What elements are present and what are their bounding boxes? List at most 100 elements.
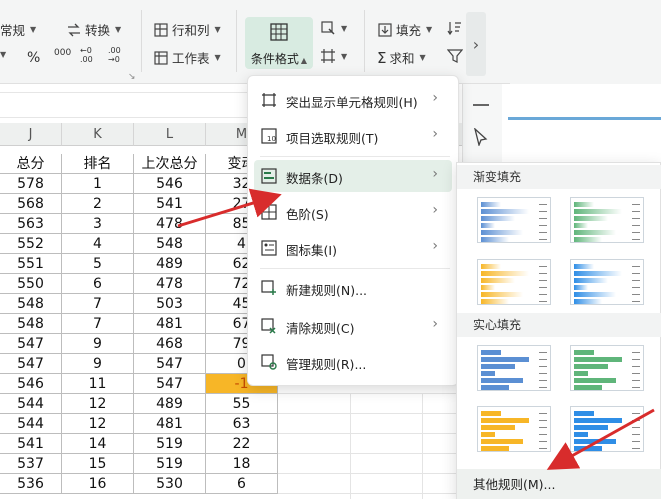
table-cell[interactable]: 468	[134, 334, 206, 354]
menu-item-clear-rules[interactable]: 清除规则(C) ›	[254, 310, 452, 342]
table-cell[interactable]: 11	[62, 374, 134, 394]
cursor-icon[interactable]	[473, 128, 489, 146]
fill-button[interactable]: 填充 ▼	[377, 20, 432, 39]
thumb-bar	[481, 264, 501, 269]
table-cell[interactable]: 481	[134, 314, 206, 334]
table-header-cell[interactable]: 排名	[62, 154, 134, 174]
table-cell[interactable]: 481	[134, 414, 206, 434]
table-cell[interactable]: 12	[62, 394, 134, 414]
table-cell[interactable]: 7	[62, 294, 134, 314]
menu-item-icon-sets[interactable]: 图标集(I) ›	[254, 232, 452, 264]
table-cell[interactable]: 541	[0, 434, 62, 454]
solid-lightblue-data-bar[interactable]	[570, 406, 644, 452]
table-cell[interactable]: 63	[206, 414, 278, 434]
table-cell[interactable]: 12	[62, 414, 134, 434]
dialog-launcher-icon[interactable]: ↘	[128, 72, 136, 82]
table-cell[interactable]: 550	[0, 274, 62, 294]
solid-green-data-bar[interactable]	[570, 345, 644, 391]
table-cell[interactable]: 546	[0, 374, 62, 394]
increase-decimal-button[interactable]: ←0 .00	[80, 46, 98, 64]
table-cell[interactable]: 541	[134, 194, 206, 214]
formula-bar[interactable]	[0, 92, 250, 118]
other-rules-item[interactable]: 其他规则(M)...	[457, 469, 661, 499]
table-cell[interactable]: 3	[62, 214, 134, 234]
table-cell[interactable]: 2	[62, 194, 134, 214]
table-cell[interactable]: 16	[62, 474, 134, 494]
menu-item-new-rule[interactable]: 新建规则(N)...	[254, 272, 452, 304]
thousands-button[interactable]: 000	[54, 48, 71, 58]
table-cell[interactable]: 478	[134, 214, 206, 234]
table-header-cell[interactable]: 总分	[0, 154, 62, 174]
menu-item-manage-rules[interactable]: 管理规则(R)...	[254, 346, 452, 378]
gradient-blue-data-bar[interactable]	[477, 197, 551, 243]
table-cell[interactable]: 537	[0, 454, 62, 474]
decrease-decimal-button[interactable]: .00 →0	[108, 46, 126, 64]
cell-style-button[interactable]: ▼	[320, 20, 347, 36]
table-cell[interactable]: 55	[206, 394, 278, 414]
minimize-icon[interactable]	[473, 104, 489, 106]
thumb-tick	[539, 225, 547, 226]
percent-button[interactable]: %	[27, 50, 40, 66]
table-cell[interactable]: 22	[206, 434, 278, 454]
table-cell[interactable]: 544	[0, 414, 62, 434]
table-cell[interactable]: 544	[0, 394, 62, 414]
table-cell[interactable]: 6	[62, 274, 134, 294]
table-cell[interactable]: 551	[0, 254, 62, 274]
table-cell[interactable]: 568	[0, 194, 62, 214]
convert-button[interactable]: 转换 ▼	[66, 20, 121, 39]
filter-button[interactable]	[446, 48, 464, 64]
table-cell[interactable]: 536	[0, 474, 62, 494]
table-cell[interactable]: 6	[206, 474, 278, 494]
table-cell[interactable]: 478	[134, 274, 206, 294]
sum-button[interactable]: Σ 求和 ▼	[377, 48, 426, 67]
gradient-green-data-bar[interactable]	[570, 197, 644, 243]
currency-format-button[interactable]: ▼	[0, 50, 6, 59]
table-cell[interactable]: 548	[134, 234, 206, 254]
number-format-select[interactable]: 常规 ▼	[0, 20, 36, 39]
table-cell[interactable]: 5	[62, 254, 134, 274]
column-header-j[interactable]: J	[0, 123, 62, 146]
menu-item-data-bars[interactable]: 数据条(D) ›	[254, 160, 452, 192]
ribbon-scroll-right-button[interactable]: ›	[466, 12, 486, 76]
table-cell[interactable]: 4	[62, 234, 134, 254]
table-cell[interactable]: 548	[0, 294, 62, 314]
menu-item-color-scales[interactable]: 色阶(S) ›	[254, 196, 452, 228]
table-cell[interactable]: 14	[62, 434, 134, 454]
table-cell[interactable]: 578	[0, 174, 62, 194]
table-cell[interactable]: 519	[134, 434, 206, 454]
gradient-orange-data-bar[interactable]	[477, 259, 551, 305]
thumb-tick	[632, 204, 640, 205]
table-cell[interactable]: 18	[206, 454, 278, 474]
menu-item-top-bottom-rules[interactable]: 10 项目选取规则(T) ›	[254, 120, 452, 152]
table-cell[interactable]: 547	[0, 334, 62, 354]
column-header-k[interactable]: K	[62, 123, 134, 146]
sort-button[interactable]	[447, 20, 463, 36]
table-cell[interactable]: 489	[134, 394, 206, 414]
table-cell[interactable]: 547	[0, 354, 62, 374]
table-cell[interactable]: 548	[0, 314, 62, 334]
table-cell[interactable]: 552	[0, 234, 62, 254]
table-cell[interactable]: 519	[134, 454, 206, 474]
table-cell[interactable]: 15	[62, 454, 134, 474]
table-cell[interactable]: 530	[134, 474, 206, 494]
table-cell[interactable]: 547	[134, 354, 206, 374]
table-cell[interactable]: 9	[62, 354, 134, 374]
border-button[interactable]: ▼	[320, 48, 347, 64]
menu-item-highlight-rules[interactable]: 突出显示单元格规则(H) ›	[254, 84, 452, 116]
solid-blue-data-bar[interactable]	[477, 345, 551, 391]
table-cell[interactable]: 546	[134, 174, 206, 194]
table-header-cell[interactable]: 上次总分	[134, 154, 206, 174]
table-cell[interactable]: 489	[134, 254, 206, 274]
solid-orange-data-bar[interactable]	[477, 406, 551, 452]
conditional-format-button[interactable]: 条件格式 ▲	[245, 17, 313, 69]
worksheet-button[interactable]: 工作表 ▼	[153, 48, 221, 67]
table-cell[interactable]: 1	[62, 174, 134, 194]
table-cell[interactable]: 9	[62, 334, 134, 354]
rows-cols-button[interactable]: 行和列 ▼	[153, 20, 221, 39]
table-cell[interactable]: 547	[134, 374, 206, 394]
table-cell[interactable]: 503	[134, 294, 206, 314]
table-cell[interactable]: 563	[0, 214, 62, 234]
table-cell[interactable]: 7	[62, 314, 134, 334]
gradient-lightblue-data-bar[interactable]	[570, 259, 644, 305]
column-header-l[interactable]: L	[134, 123, 206, 146]
